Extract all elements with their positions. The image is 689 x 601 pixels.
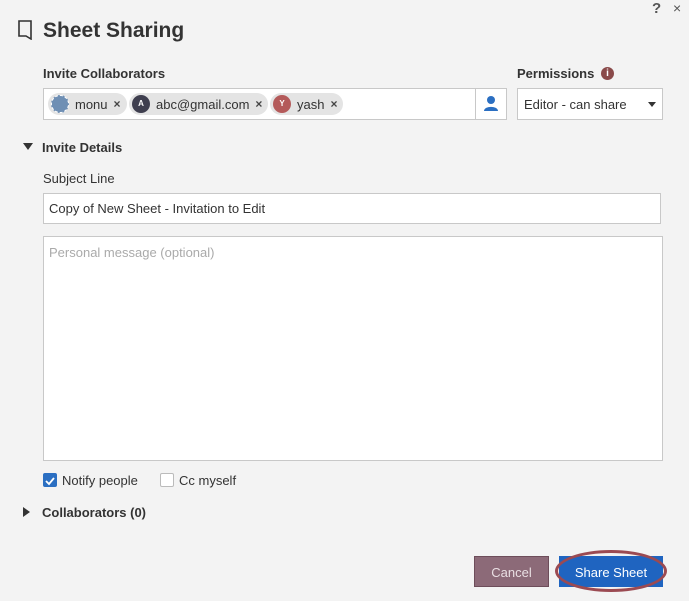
invite-collaborators-label: Invite Collaborators [43,66,166,81]
info-icon[interactable]: i [601,67,614,80]
remove-chip-icon[interactable]: × [255,97,262,111]
help-icon[interactable]: ? [652,0,661,17]
close-icon[interactable]: × [673,0,681,16]
avatar [51,95,69,113]
remove-chip-icon[interactable]: × [114,97,121,111]
share-sheet-button[interactable]: Share Sheet [559,556,663,587]
chip-label: yash [297,96,325,112]
cc-myself-label[interactable]: Cc myself [179,473,236,488]
invite-collaborators-input[interactable]: monu × A abc@gmail.com × Y yash × [43,88,476,120]
subject-line-label: Subject Line [43,171,115,186]
remove-chip-icon[interactable]: × [330,97,337,111]
person-icon [484,96,498,111]
chevron-down-icon [648,102,656,107]
contacts-button[interactable] [475,88,507,120]
collaborator-chip: A abc@gmail.com × [129,93,269,115]
permissions-selected-value: Editor - can share [524,97,627,112]
notify-people-checkbox[interactable] [43,473,57,487]
collaborator-chip: Y yash × [270,93,344,115]
notify-people-label[interactable]: Notify people [62,473,138,488]
collaborator-chip: monu × [48,93,127,115]
sheet-icon [18,20,32,40]
cancel-button[interactable]: Cancel [474,556,549,587]
chip-label: monu [75,96,108,112]
avatar: A [132,95,150,113]
dialog-title: Sheet Sharing [43,19,185,42]
cc-myself-checkbox[interactable] [160,473,174,487]
avatar: Y [273,95,291,113]
chip-label: abc@gmail.com [156,96,250,112]
personal-message-textarea[interactable] [43,236,663,461]
permissions-select[interactable]: Editor - can share [517,88,663,120]
expand-triangle-icon[interactable] [23,507,30,517]
collaborators-toggle[interactable]: Collaborators (0) [42,505,146,520]
invite-details-toggle[interactable]: Invite Details [42,140,122,155]
collapse-triangle-icon[interactable] [23,143,33,150]
subject-line-input[interactable] [43,193,661,224]
permissions-label: Permissions [517,66,595,81]
checkmark-icon [45,477,55,486]
